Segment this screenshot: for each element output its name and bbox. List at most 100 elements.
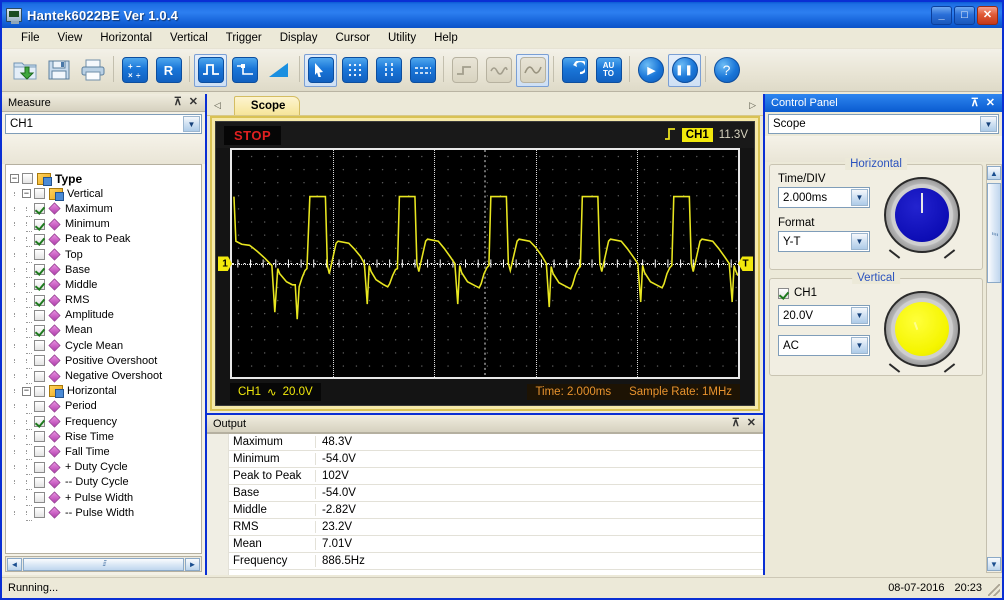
tab-nav-left[interactable]: ◁: [211, 100, 224, 115]
print-button[interactable]: [76, 54, 109, 87]
sine-wave-button[interactable]: [516, 53, 549, 87]
tree-item-checkbox[interactable]: [34, 431, 45, 443]
close-button[interactable]: ✕: [977, 5, 998, 25]
table-row[interactable]: Minimum -54.0V: [229, 451, 763, 468]
menu-display[interactable]: Display: [271, 30, 327, 46]
scrollbar-thumb[interactable]: ⦙⦙⦙: [987, 183, 1001, 283]
reference-button[interactable]: R: [152, 54, 185, 87]
resize-grip[interactable]: [988, 584, 1000, 596]
coupling-select[interactable]: AC ▼: [778, 335, 870, 356]
table-row[interactable]: Peak to Peak 102V: [229, 468, 763, 485]
tree-item-checkbox[interactable]: [34, 416, 45, 428]
scope-display[interactable]: STOP CH1 11.3V 1 T CH1 ∿ 20.0V Time: 2.0…: [215, 121, 755, 406]
tree-item[interactable]: -- Duty Cycle: [6, 475, 201, 491]
format-select[interactable]: Y-T ▼: [778, 231, 870, 252]
table-row[interactable]: Maximum 48.3V: [229, 434, 763, 451]
tree-item[interactable]: Negative Overshoot: [6, 368, 201, 385]
close-icon[interactable]: ✕: [189, 97, 198, 108]
tree-item[interactable]: -- Pulse Width: [6, 505, 201, 521]
pause-button[interactable]: ❚❚: [668, 53, 701, 87]
tab-nav-right[interactable]: ▷: [746, 100, 759, 115]
tree-item-checkbox[interactable]: [34, 249, 45, 261]
chevron-down-icon[interactable]: ▼: [851, 189, 868, 206]
tree-item[interactable]: − Vertical: [6, 186, 201, 201]
help-button[interactable]: ?: [710, 54, 743, 87]
noisy-wave-button[interactable]: [482, 54, 515, 87]
measure-type-tree[interactable]: − Type − Vertical Maximum Minimum Peak to Peak…: [5, 164, 202, 554]
tree-item-checkbox[interactable]: [34, 309, 45, 321]
tree-item-checkbox[interactable]: [34, 492, 45, 504]
tree-item[interactable]: Fall Time: [6, 444, 201, 460]
table-row[interactable]: Middle -2.82V: [229, 502, 763, 519]
chevron-down-icon[interactable]: ▼: [851, 233, 868, 250]
chevron-down-icon[interactable]: ▼: [851, 337, 868, 354]
ch1-checkbox[interactable]: [778, 287, 789, 299]
tree-expander-icon[interactable]: −: [22, 189, 31, 199]
control-mode-select[interactable]: Scope ▼: [768, 114, 999, 134]
vertical-cursors-button[interactable]: [372, 54, 405, 87]
chevron-down-icon[interactable]: ▼: [980, 116, 997, 132]
tree-item-checkbox[interactable]: [34, 188, 45, 200]
pin-icon[interactable]: ⊼: [971, 97, 979, 109]
tree-item[interactable]: Top: [6, 247, 201, 263]
tree-item-checkbox[interactable]: [34, 264, 45, 276]
table-row[interactable]: Frequency 886.5Hz: [229, 553, 763, 570]
tree-item-checkbox[interactable]: [34, 385, 45, 397]
chevron-down-icon[interactable]: ▼: [851, 307, 868, 324]
vertical-position-knob[interactable]: [884, 291, 960, 367]
run-button[interactable]: ▶: [634, 54, 667, 87]
tree-item-checkbox[interactable]: [34, 476, 45, 488]
menu-vertical[interactable]: Vertical: [161, 30, 217, 46]
horizontal-cursors-button[interactable]: [406, 54, 439, 87]
step-wave-button[interactable]: [448, 54, 481, 87]
tree-item[interactable]: Rise Time: [6, 429, 201, 445]
control-panel-scrollbar[interactable]: ▲ ⦙⦙⦙ ▼: [986, 164, 1002, 573]
cursor-button[interactable]: [304, 53, 337, 87]
tree-item-checkbox[interactable]: [34, 507, 45, 519]
grid-button[interactable]: [338, 54, 371, 87]
waveform-button[interactable]: [194, 53, 227, 87]
scroll-up-icon[interactable]: ▲: [987, 166, 1001, 180]
tree-item[interactable]: Maximum: [6, 201, 201, 217]
tree-item[interactable]: Base: [6, 262, 201, 278]
tree-item[interactable]: − Type: [6, 171, 201, 186]
table-row[interactable]: RMS 23.2V: [229, 519, 763, 536]
tree-item-checkbox[interactable]: [34, 340, 45, 352]
scroll-left-icon[interactable]: ◄: [7, 557, 22, 571]
tree-item[interactable]: Period: [6, 399, 201, 415]
measure-horizontal-scrollbar[interactable]: ◄ ⦙⦙⦙ ►: [5, 556, 202, 572]
tree-item[interactable]: Amplitude: [6, 308, 201, 324]
tree-item-checkbox[interactable]: [34, 461, 45, 473]
table-row[interactable]: Mean 7.01V: [229, 536, 763, 553]
scroll-down-icon[interactable]: ▼: [987, 557, 1001, 571]
menu-utility[interactable]: Utility: [379, 30, 425, 46]
scrollbar-thumb[interactable]: ⦙⦙⦙: [23, 557, 184, 571]
tree-item[interactable]: Positive Overshoot: [6, 353, 201, 369]
pin-icon[interactable]: ⊼: [174, 97, 182, 108]
tree-item[interactable]: − Horizontal: [6, 384, 201, 399]
tree-item[interactable]: Minimum: [6, 217, 201, 233]
tree-item[interactable]: Middle: [6, 277, 201, 293]
timediv-select[interactable]: 2.000ms ▼: [778, 187, 870, 208]
auto-button[interactable]: AU TO: [592, 54, 625, 87]
menu-horizontal[interactable]: Horizontal: [91, 30, 161, 46]
save-button[interactable]: [42, 54, 75, 87]
tree-item-checkbox[interactable]: [34, 324, 45, 336]
tree-item-checkbox[interactable]: [22, 173, 33, 185]
minimize-button[interactable]: _: [931, 5, 952, 25]
tree-item-checkbox[interactable]: [34, 370, 45, 382]
voltdiv-select[interactable]: 20.0V ▼: [778, 305, 870, 326]
tree-item[interactable]: Frequency: [6, 414, 201, 430]
menu-view[interactable]: View: [49, 30, 92, 46]
tree-item[interactable]: Cycle Mean: [6, 338, 201, 354]
channel-position-marker[interactable]: 1: [218, 256, 232, 271]
math-button[interactable]: + − × ÷: [118, 54, 151, 87]
tree-item[interactable]: Peak to Peak: [6, 232, 201, 248]
undo-button[interactable]: [558, 54, 591, 87]
menu-file[interactable]: File: [12, 30, 49, 46]
horizontal-position-knob[interactable]: [884, 177, 960, 253]
tree-item-checkbox[interactable]: [34, 279, 45, 291]
tree-item[interactable]: + Duty Cycle: [6, 460, 201, 476]
scroll-right-icon[interactable]: ►: [185, 557, 200, 571]
measure-channel-select[interactable]: CH1 ▼: [5, 114, 202, 134]
